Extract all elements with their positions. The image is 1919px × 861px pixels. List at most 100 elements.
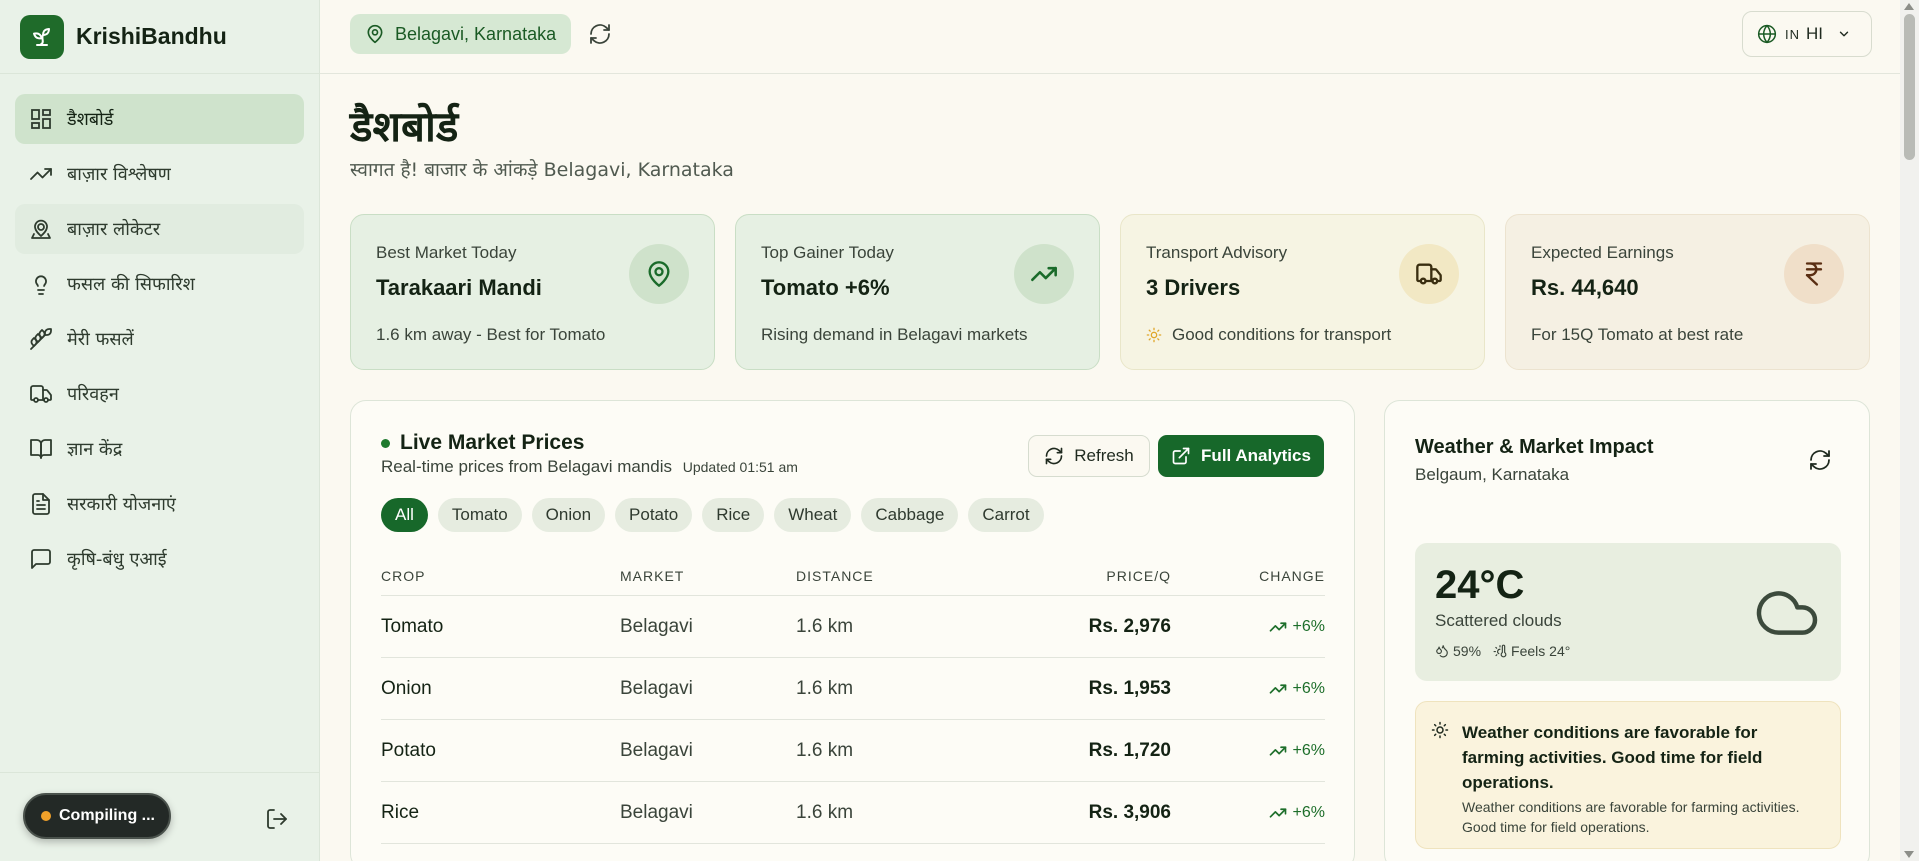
cell-distance: 1.6 km (796, 677, 854, 699)
location-label: Belagavi, Karnataka (395, 23, 557, 44)
stat-card-best-market[interactable]: Best Market Today Tarakaari Mandi 1.6 km… (350, 214, 715, 370)
chevron-down-icon (1839, 31, 1849, 37)
market-subtitle: Real-time prices from Belagavi mandis (381, 457, 672, 476)
page-scrollbar[interactable] (1900, 0, 1919, 861)
sidebar-item-knowledge-center[interactable]: ज्ञान केंद्र (15, 424, 304, 474)
sidebar-item-my-crops[interactable]: मेरी फसलें (15, 314, 304, 364)
sidebar-item-market-locator[interactable]: बाज़ार लोकेटर (15, 204, 304, 254)
humidity: 59% (1453, 643, 1482, 659)
droplets-icon (1436, 645, 1448, 658)
column-header-change[interactable]: CHANGE (1171, 568, 1325, 584)
language-selector[interactable]: IN HI (1742, 11, 1872, 57)
stat-note: Good conditions for transport (1172, 325, 1392, 344)
trending-up-icon (1014, 244, 1074, 304)
page-title: डैशबोर्ड (350, 102, 459, 151)
sidebar-item-label: फसल की सिफारिश (67, 274, 195, 295)
sidebar: KrishiBandhu डैशबोर्ड बाज़ार विश्लेषण बा… (0, 0, 320, 861)
updated-timestamp: Updated 01:51 am (682, 459, 798, 475)
live-market-prices-card: Live Market Prices Real-time prices from… (350, 400, 1355, 861)
table-row[interactable]: Potato Belagavi 1.6 km Rs. 1,720 +6% (381, 720, 1325, 782)
sidebar-item-label: ज्ञान केंद्र (67, 439, 123, 460)
sidebar-item-krishi-ai[interactable]: कृषि-बंधु एआई (15, 534, 304, 584)
sidebar-item-label: बाज़ार विश्लेषण (67, 164, 171, 185)
change-value: +6% (1292, 741, 1325, 759)
full-analytics-button[interactable]: Full Analytics (1158, 435, 1324, 477)
table-header: CROP MARKET DISTANCE PRICE/Q CHANGE (381, 556, 1325, 596)
column-header-crop[interactable]: CROP (381, 568, 620, 584)
compiling-indicator[interactable]: Compiling ... (23, 793, 171, 839)
refresh-weather-icon[interactable] (1808, 448, 1832, 472)
cell-price: Rs. 2,976 (1088, 615, 1171, 637)
lightbulb-icon (35, 275, 47, 295)
market-title: Live Market Prices (400, 431, 585, 454)
sidebar-item-market-analysis[interactable]: बाज़ार विश्लेषण (15, 149, 304, 199)
stat-card-top-gainer[interactable]: Top Gainer Today Tomato +6% Rising deman… (735, 214, 1100, 370)
cell-distance: 1.6 km (796, 739, 854, 761)
market-subtitle-row: Real-time prices from Belagavi mandis Up… (381, 457, 798, 477)
sidebar-item-transport[interactable]: परिवहन (15, 369, 304, 419)
filter-chip-carrot[interactable]: Carrot (968, 498, 1044, 532)
cell-crop: Onion (381, 677, 432, 699)
cell-price: Rs. 1,720 (1088, 739, 1171, 761)
cell-crop: Tomato (381, 615, 444, 637)
change-value: +6% (1292, 803, 1325, 821)
sidebar-item-label: मेरी फसलें (67, 329, 134, 350)
refresh-icon (1045, 447, 1063, 465)
stat-card-transport[interactable]: Transport Advisory 3 Drivers Good condit… (1120, 214, 1485, 370)
sidebar-footer: er Compiling ... (0, 772, 320, 861)
table-row[interactable]: Tomato Belagavi 1.6 km Rs. 2,976 +6% (381, 596, 1325, 658)
filter-chip-potato[interactable]: Potato (615, 498, 693, 532)
sidebar-item-government-schemes[interactable]: सरकारी योजनाएं (15, 479, 304, 529)
refresh-location-icon[interactable] (588, 22, 612, 46)
sidebar-item-crop-recommendation[interactable]: फसल की सिफारिश (15, 259, 304, 309)
filter-chip-cabbage[interactable]: Cabbage (861, 498, 959, 532)
filter-chip-tomato[interactable]: Tomato (437, 498, 522, 532)
column-header-market[interactable]: MARKET (620, 568, 796, 584)
table-row[interactable]: Onion Belagavi 1.6 km Rs. 1,953 +6% (381, 658, 1325, 720)
stat-note: Rising demand in Belagavi markets (761, 325, 1028, 344)
chat-bubble-icon (31, 549, 51, 569)
location-chip[interactable]: Belagavi, Karnataka (350, 14, 572, 54)
compiling-label: Compiling ... (59, 807, 155, 824)
stat-note: For 15Q Tomato at best rate (1531, 325, 1744, 344)
refresh-button[interactable]: Refresh (1028, 435, 1150, 477)
filter-chip-wheat[interactable]: Wheat (774, 498, 852, 532)
map-pin-icon (367, 24, 383, 44)
change-value: +6% (1292, 617, 1325, 635)
advice-headline: Weather conditions are favorable for far… (1462, 723, 1763, 792)
sprout-logo-icon (20, 14, 64, 59)
scroll-up-arrow-icon[interactable] (1904, 3, 1914, 10)
scroll-thumb[interactable] (1904, 14, 1915, 160)
filter-chip-all[interactable]: All (381, 498, 428, 532)
cell-change: +6% (1171, 742, 1325, 760)
cell-market: Belagavi (620, 615, 693, 637)
book-open-icon (30, 439, 52, 459)
filter-chip-onion[interactable]: Onion (531, 498, 606, 532)
sidebar-item-dashboard[interactable]: डैशबोर्ड (15, 94, 304, 144)
weather-advice-panel: Weather conditions are favorable for far… (1415, 701, 1841, 849)
external-link-icon (1172, 447, 1190, 465)
brand-name: KrishiBandhu (76, 23, 227, 49)
sidebar-item-label: सरकारी योजनाएं (67, 494, 176, 515)
brand[interactable]: KrishiBandhu (0, 0, 319, 74)
stat-card-expected-earnings[interactable]: Expected Earnings Rs. 44,640 For 15Q Tom… (1505, 214, 1870, 370)
feels-like: Feels 24° (1511, 643, 1571, 659)
filter-chip-rice[interactable]: Rice (702, 498, 765, 532)
table-row[interactable]: Rice Belagavi 1.6 km Rs. 3,906 +6% (381, 782, 1325, 844)
stat-note-row: Good conditions for transport (1146, 325, 1484, 345)
cell-crop: Potato (381, 739, 436, 761)
trending-up-icon (1269, 745, 1286, 756)
trending-up-icon (30, 168, 52, 180)
dashboard-grid-icon (31, 109, 51, 129)
column-header-distance[interactable]: DISTANCE (796, 568, 991, 584)
trending-up-icon (1269, 621, 1286, 632)
logout-icon[interactable] (265, 807, 289, 831)
column-header-price[interactable]: PRICE/Q (991, 568, 1171, 584)
truck-icon (1399, 244, 1459, 304)
sun-icon (1431, 721, 1449, 739)
topbar: Belagavi, Karnataka IN HI (320, 0, 1900, 74)
sidebar-item-label: कृषि-बंधु एआई (67, 549, 167, 570)
weather-location: Belgaum, Karnataka (1415, 465, 1570, 484)
scroll-down-arrow-icon[interactable] (1904, 851, 1914, 858)
sidebar-item-label: परिवहन (67, 384, 119, 405)
